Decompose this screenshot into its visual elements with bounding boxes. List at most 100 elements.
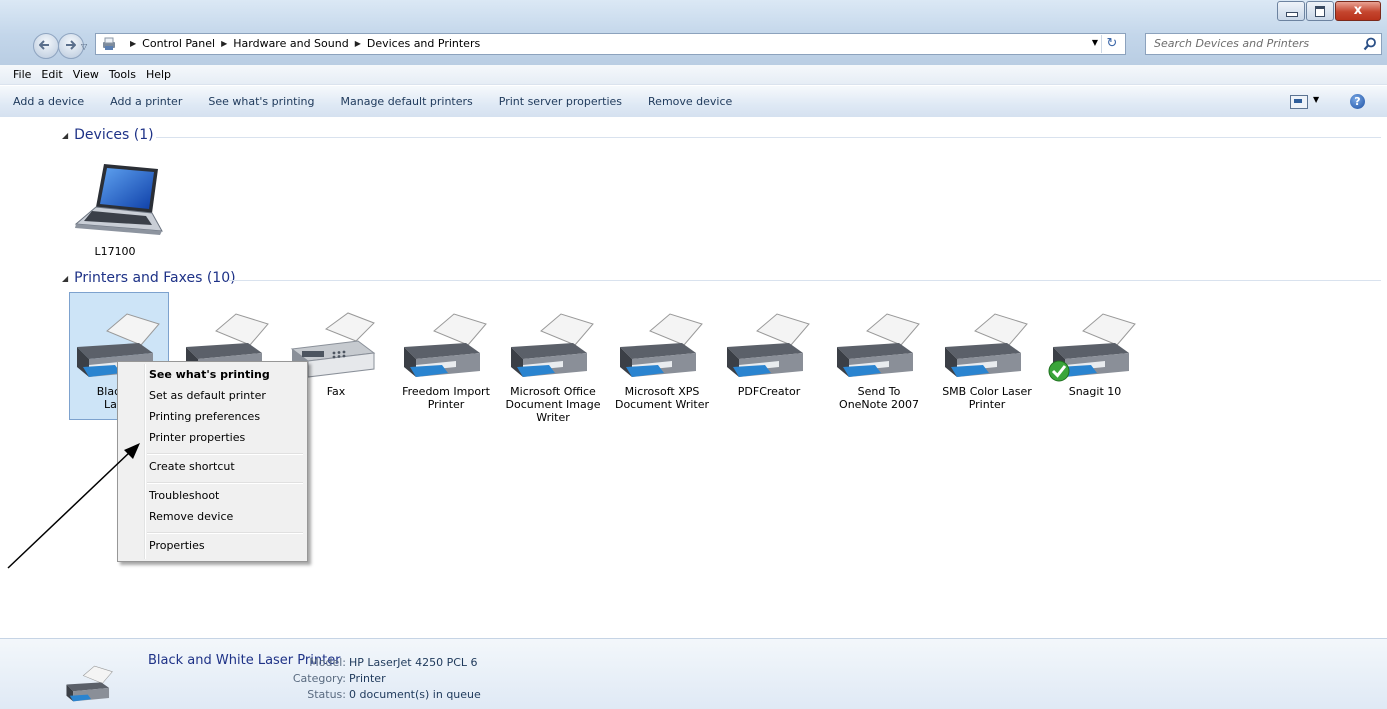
printer-send-to-onenote[interactable]: Send To OneNote 2007 <box>829 309 929 411</box>
menu-help[interactable]: Help <box>146 68 171 81</box>
menu-separator <box>147 453 303 455</box>
breadcrumb-arrow-icon[interactable]: ▶ <box>221 39 227 48</box>
maximize-button[interactable] <box>1306 1 1334 21</box>
address-dropdown-icon[interactable]: ▼ <box>1092 38 1098 47</box>
details-status-value: 0 document(s) in queue <box>349 688 481 701</box>
ctx-set-as-default-printer[interactable]: Set as default printer <box>149 386 266 406</box>
back-button[interactable] <box>33 33 59 59</box>
laptop-icon <box>74 164 163 235</box>
breadcrumb: ▶ Control Panel ▶ Hardware and Sound ▶ D… <box>124 37 480 50</box>
printer-icon <box>620 313 703 377</box>
address-row: ▽ ▶ Control Panel ▶ Hardware and Sound ▶… <box>0 29 1387 63</box>
printer-pdfcreator[interactable]: PDFCreator <box>719 309 819 398</box>
collapse-triangle-icon[interactable]: ◢ <box>62 274 68 283</box>
printer-icon <box>404 313 487 377</box>
printer-label-line2: Printer <box>968 398 1006 411</box>
details-model-label: Model: <box>309 656 346 669</box>
print-server-properties-button[interactable]: Print server properties <box>486 95 635 108</box>
printer-label-line1: Freedom Import <box>402 385 490 398</box>
ctx-printer-properties[interactable]: Printer properties <box>149 428 245 448</box>
breadcrumb-control-panel[interactable]: Control Panel <box>142 37 215 50</box>
printer-icon <box>66 665 113 702</box>
details-category-label: Category: <box>292 672 346 685</box>
recent-pages-chevron-icon[interactable]: ▽ <box>81 42 87 51</box>
details-pane: Black and White Laser Printer Model: HP … <box>0 638 1387 709</box>
context-menu-gutter <box>144 364 146 559</box>
printer-snagit-10[interactable]: Snagit 10 <box>1045 309 1145 398</box>
printer-label-line3: Writer <box>536 411 570 424</box>
ctx-printing-preferences[interactable]: Printing preferences <box>149 407 260 427</box>
menu-edit[interactable]: Edit <box>41 68 62 81</box>
menu-tools[interactable]: Tools <box>109 68 136 81</box>
collapse-triangle-icon[interactable]: ◢ <box>62 131 68 140</box>
see-whats-printing-button[interactable]: See what's printing <box>195 95 327 108</box>
view-options-chevron-icon[interactable]: ▼ <box>1313 95 1319 104</box>
search-placeholder: Search Devices and Printers <box>1154 37 1310 50</box>
printer-icon <box>727 313 810 377</box>
ctx-remove-device[interactable]: Remove device <box>149 507 233 527</box>
printer-icon <box>1048 313 1136 382</box>
group-title-devices: Devices (1) <box>74 127 154 143</box>
caption-buttons: x <box>1276 1 1381 21</box>
device-laptop[interactable]: L17100 <box>70 161 163 258</box>
devices-printers-folder-icon <box>103 37 115 50</box>
details-model-value: HP LaserJet 4250 PCL 6 <box>349 656 478 669</box>
manage-default-printers-button[interactable]: Manage default printers <box>328 95 486 108</box>
refresh-icon[interactable]: ↻ <box>1101 35 1122 53</box>
printer-label-line1: Send To <box>857 385 901 398</box>
printer-label: PDFCreator <box>737 385 801 398</box>
printer-icon <box>945 313 1028 377</box>
breadcrumb-hardware-and-sound[interactable]: Hardware and Sound <box>233 37 348 50</box>
menu-separator <box>147 482 303 484</box>
menu-file[interactable]: File <box>13 68 31 81</box>
add-printer-button[interactable]: Add a printer <box>97 95 195 108</box>
search-icon[interactable] <box>1363 37 1377 51</box>
breadcrumb-arrow-icon[interactable]: ▶ <box>355 39 361 48</box>
ctx-see-whats-printing[interactable]: See what's printing <box>149 365 270 385</box>
printer-label-line2: Document Writer <box>614 398 710 411</box>
ctx-troubleshoot[interactable]: Troubleshoot <box>149 486 219 506</box>
ctx-properties[interactable]: Properties <box>149 536 205 556</box>
change-view-icon[interactable] <box>1290 95 1308 109</box>
group-title-printers: Printers and Faxes (10) <box>74 270 236 286</box>
details-category-value: Printer <box>349 672 386 685</box>
printer-label: Snagit 10 <box>1068 385 1122 398</box>
printer-ms-office-document-image-writer[interactable]: Microsoft Office Document Image Writer <box>503 309 603 424</box>
title-bar: x ▽ ▶ Control Panel ▶ Hardware and Sound… <box>0 0 1387 65</box>
default-printer-check-icon <box>1048 360 1070 382</box>
address-bar[interactable]: ▶ Control Panel ▶ Hardware and Sound ▶ D… <box>95 33 1126 55</box>
add-device-button[interactable]: Add a device <box>0 95 97 108</box>
ctx-create-shortcut[interactable]: Create shortcut <box>149 457 235 477</box>
context-menu: See what's printing Set as default print… <box>117 361 308 562</box>
printer-label-line1: SMB Color Laser <box>942 385 1032 398</box>
printer-freedom-import[interactable]: Freedom Import Printer <box>396 309 496 411</box>
search-input[interactable]: Search Devices and Printers <box>1145 33 1382 55</box>
menu-separator <box>147 532 303 534</box>
printer-label-line1: Microsoft Office <box>510 385 596 398</box>
menu-bar: File Edit View Tools Help <box>0 65 1387 85</box>
breadcrumb-devices-and-printers[interactable]: Devices and Printers <box>367 37 480 50</box>
back-arrow-icon <box>39 40 49 50</box>
command-bar: Add a device Add a printer See what's pr… <box>0 86 1387 118</box>
device-label: L17100 <box>94 245 136 258</box>
menu-view[interactable]: View <box>73 68 99 81</box>
details-status-label: Status: <box>307 688 346 701</box>
remove-device-button[interactable]: Remove device <box>635 95 745 108</box>
group-divider <box>156 137 1381 138</box>
close-button[interactable]: x <box>1335 1 1381 21</box>
printer-smb-color-laser[interactable]: SMB Color Laser Printer <box>937 309 1037 411</box>
printer-label-line1: Microsoft XPS <box>624 385 700 398</box>
forward-arrow-icon <box>66 40 76 50</box>
group-header-printers[interactable]: ◢ Printers and Faxes (10) <box>62 270 236 286</box>
help-icon[interactable]: ? <box>1350 94 1365 109</box>
group-header-devices[interactable]: ◢ Devices (1) <box>62 127 154 143</box>
printer-label-line2: Printer <box>427 398 465 411</box>
group-divider <box>228 280 1381 281</box>
close-icon: x <box>1353 3 1363 18</box>
printer-icon <box>837 313 920 377</box>
printer-label-line2: OneNote 2007 <box>839 398 919 411</box>
breadcrumb-arrow-icon[interactable]: ▶ <box>130 39 136 48</box>
printer-ms-xps-document-writer[interactable]: Microsoft XPS Document Writer <box>612 309 712 411</box>
minimize-button[interactable] <box>1277 1 1305 21</box>
printer-label-line2: Document Image <box>505 398 601 411</box>
